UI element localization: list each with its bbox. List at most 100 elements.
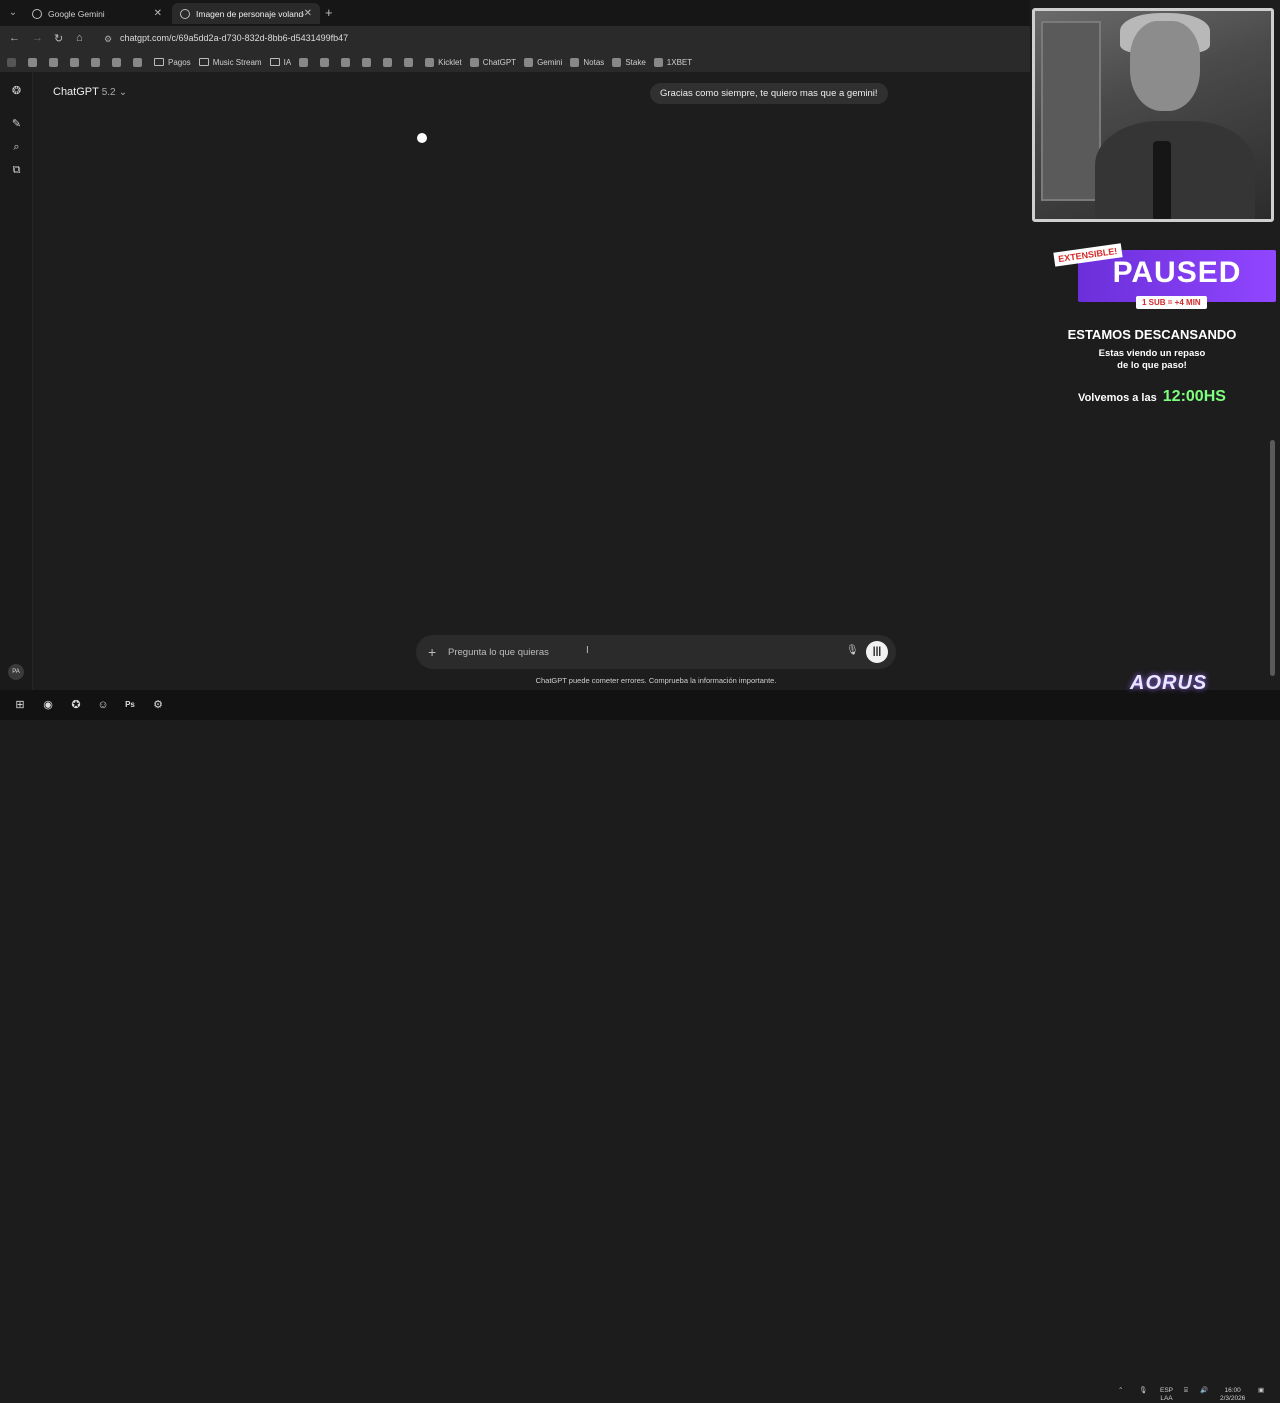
voice-mode-button[interactable]: ||| [866,641,888,663]
site-info-icon[interactable]: ⚙ [104,34,112,45]
bookmark-icon[interactable] [341,57,354,67]
discord-icon[interactable]: ☺ [96,698,110,712]
return-clock: 12:00HS [1162,388,1226,405]
bookmark-label: Pagos [168,57,191,67]
bookmark-icon[interactable] [362,57,375,67]
return-label: Volvemos a las [1078,392,1157,404]
tab-google-gemini[interactable]: Google Gemini ✕ [24,3,170,24]
windows-taskbar: ⊞ ◉ ✪ ☺ Ps ⚙ ⌃ 🎙 ESP LAA ⌸ 🔊 16:00 2/3/2… [0,690,1280,1402]
bookmark-stake[interactable]: Stake [612,57,646,67]
break-line-2: de lo que paso! [1117,360,1187,371]
network-icon[interactable]: ⌸ [1184,1387,1188,1395]
model-name: ChatGPT [53,86,99,98]
openai-logo-icon[interactable]: ❂ [10,85,23,98]
notes-icon [570,57,580,67]
tab-label: Imagen de personaje volando [196,8,304,19]
close-tab-icon[interactable]: ✕ [304,8,312,19]
new-chat-icon[interactable]: ✎ [10,118,23,131]
kicklet-icon [425,57,435,67]
bookmark-label: Music Stream [212,57,262,67]
close-tab-icon[interactable]: ✕ [154,8,162,19]
library-icon[interactable]: ⧉ [10,164,23,177]
1xbet-icon [653,57,663,67]
bookmark-icon[interactable] [70,57,83,67]
reload-icon[interactable]: ↻ [54,32,63,45]
stake-icon [612,57,622,67]
app-icon[interactable]: ✪ [69,698,83,712]
prompt-input[interactable] [448,644,748,660]
page-scrollbar[interactable] [1270,440,1275,676]
bookmark-1xbet[interactable]: 1XBET [653,57,693,67]
bookmark-notas[interactable]: Notas [570,57,604,67]
gemini-icon [524,57,534,67]
apps-grid-icon[interactable] [7,57,20,67]
bookmark-icon[interactable] [133,57,146,67]
windows-start-icon[interactable]: ⊞ [13,698,27,712]
new-tab-plus-icon[interactable]: + [325,5,333,20]
webcam-shelf [1041,21,1101,201]
bookmark-label: Stake [625,57,646,67]
tray-chevron-icon[interactable]: ⌃ [1118,1387,1123,1395]
return-time: Volvemos a las 12:00HS [1030,388,1274,406]
loading-dot-icon [417,133,427,143]
tab-search-chevron-icon[interactable]: ⌄ [6,6,20,20]
disclaimer-text: ChatGPT puede cometer errores. Comprueba… [535,676,777,685]
clock-time: 16:00 [1224,1387,1241,1394]
webcam-body [1095,121,1255,219]
gemini-favicon-icon [32,8,42,19]
microphone-icon[interactable]: 🎙 [846,645,859,656]
clock[interactable]: 16:00 2/3/2026 [1220,1387,1245,1403]
clock-date: 2/3/2026 [1220,1395,1246,1402]
bookmark-music-stream[interactable]: Music Stream [198,57,262,67]
bookmark-icon[interactable] [112,57,125,67]
bookmark-icon[interactable] [320,57,333,67]
bookmark-icon[interactable] [28,57,41,67]
paused-title: PAUSED [1112,256,1242,289]
chat-main: ChatGPT 5.2 ⌄ Gracias como siempre, te q… [33,72,1030,690]
bookmark-icon[interactable] [404,57,417,67]
back-arrow-icon[interactable]: ← [9,32,20,44]
language-indicator[interactable]: ESP LAA [1160,1387,1173,1403]
bookmark-chatgpt[interactable]: ChatGPT [469,57,517,67]
webcam-mic [1153,141,1171,219]
webcam-head [1130,21,1200,111]
break-line-1: Estas viendo un repaso [1098,348,1206,359]
bookmark-label: ChatGPT [482,57,517,67]
chatgpt-icon [469,57,479,67]
model-selector[interactable]: ChatGPT 5.2 ⌄ [53,86,127,98]
bookmark-ia[interactable]: IA [269,58,291,67]
model-version: 5.2 [101,87,116,98]
bookmark-icon[interactable] [299,57,312,67]
chatgpt-sidebar: ❂ ✎ ⌕ ⧉ PA [0,72,33,690]
bookmarks-bar: Pagos Music Stream IA Kicklet ChatGPT Ge… [0,52,1030,72]
bookmark-icon[interactable] [49,57,62,67]
steam-icon[interactable]: ⚙ [151,698,165,712]
composer: + I 🎙 ||| [416,635,896,669]
text-cursor-icon: I [586,645,589,656]
volume-icon[interactable]: 🔊 [1200,1387,1208,1395]
avatar[interactable]: PA [8,664,24,680]
sub-info-badge: 1 SUB = +4 MIN [1136,296,1207,309]
bookmark-kicklet[interactable]: Kicklet [425,57,462,67]
webcam-feed [1032,8,1274,222]
address-bar[interactable]: chatgpt.com/c/69a5dd2a-d730-832d-8bb6-d5… [120,33,348,43]
chrome-icon[interactable]: ◉ [41,698,55,712]
folder-icon [154,58,164,66]
bookmark-pagos[interactable]: Pagos [154,58,191,67]
search-icon[interactable]: ⌕ [10,141,23,154]
folder-icon [269,58,280,66]
add-attachment-icon[interactable]: + [428,644,436,660]
browser-toolbar: ← → ↻ ⌂ ⚙ chatgpt.com/c/69a5dd2a-d730-83… [0,26,1030,52]
photoshop-icon[interactable]: Ps [123,698,137,712]
forward-arrow-icon[interactable]: → [32,32,43,44]
tab-imagen-personaje[interactable]: Imagen de personaje volando ✕ [172,3,320,24]
bookmark-icon[interactable] [383,57,396,67]
paused-banner: EXTENSIBLE! PAUSED 1 SUB = +4 MIN [1053,243,1276,312]
notification-icon[interactable]: ▣ [1258,1387,1264,1395]
bookmark-gemini[interactable]: Gemini [524,57,562,67]
break-heading: ESTAMOS DESCANSANDO [1067,327,1237,342]
bookmark-label: 1XBET [666,57,693,67]
home-icon[interactable]: ⌂ [76,32,83,44]
bookmark-icon[interactable] [91,57,104,67]
tray-mic-icon[interactable]: 🎙 [1139,1387,1147,1395]
